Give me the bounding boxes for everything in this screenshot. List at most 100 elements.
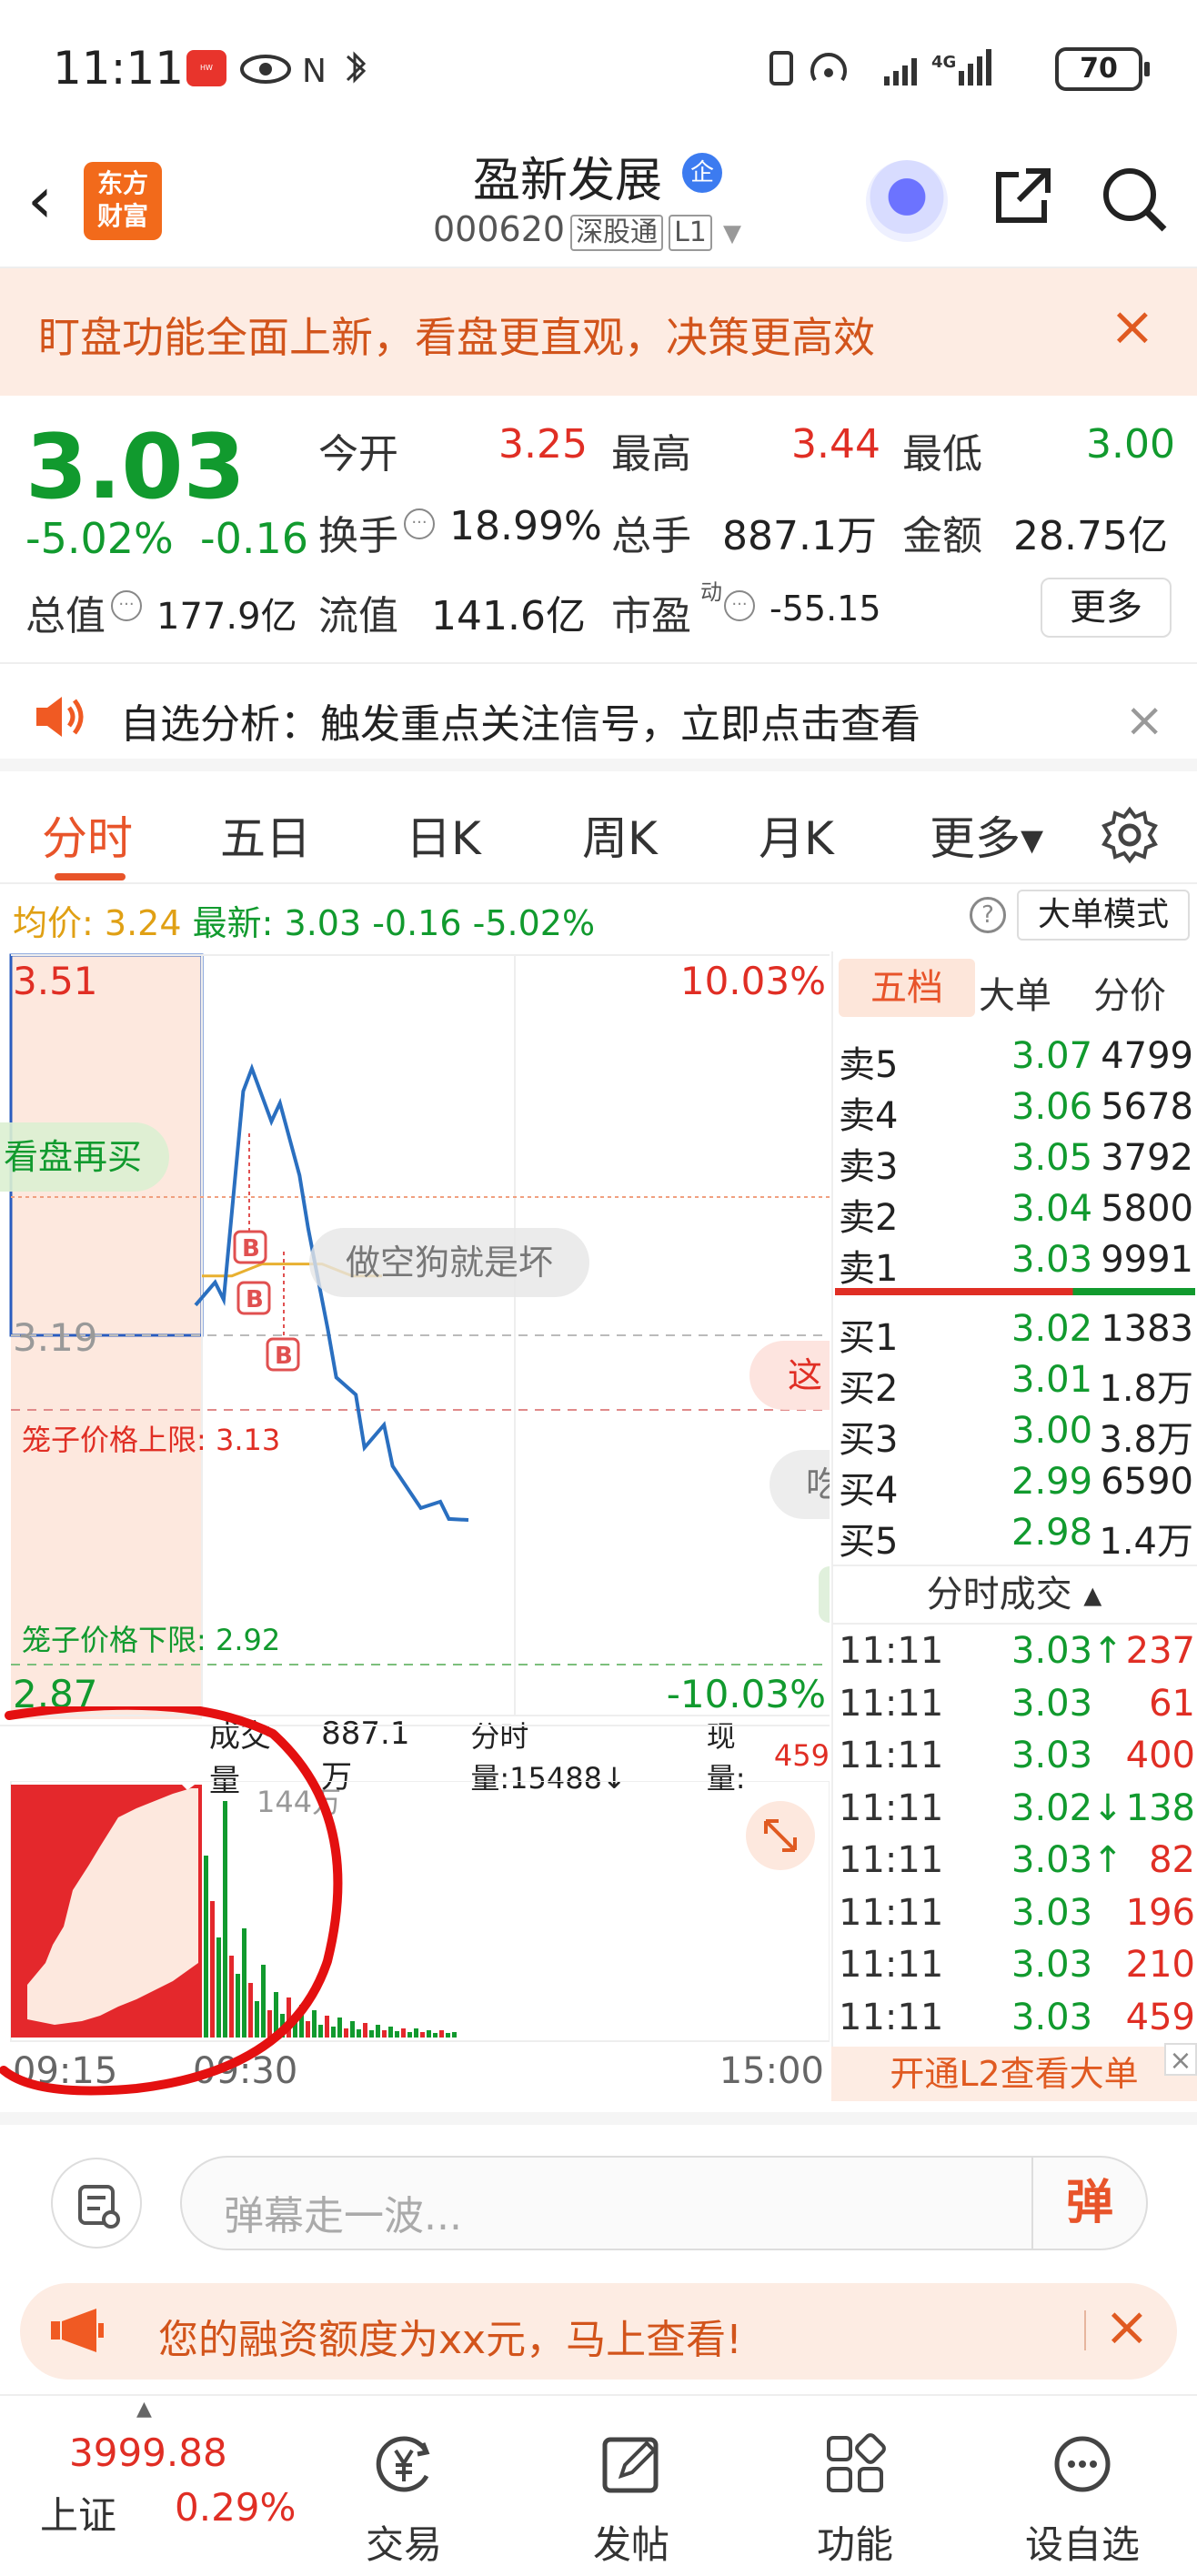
buy-marker-label: B: [275, 1343, 293, 1370]
nav-watchlist[interactable]: 设自选: [991, 2432, 1173, 2570]
buy-level-row[interactable]: 买2 3.01 1.8万: [839, 1359, 1193, 1410]
info-icon[interactable]: ···: [404, 508, 435, 539]
financing-banner[interactable]: 您的融资额度为xx元，马上查看! ×: [20, 2283, 1177, 2380]
back-button[interactable]: ‹: [27, 168, 53, 232]
share-icon[interactable]: [991, 164, 1055, 227]
grid-icon: [827, 2433, 886, 2492]
trade-time: 11:11: [839, 1786, 944, 1829]
feature-banner[interactable]: 盯盘功能全面上新，看盘更直观，决策更高效 ×: [0, 268, 1197, 396]
info-icon[interactable]: ···: [111, 590, 142, 621]
more-dots-icon: [1054, 2436, 1111, 2492]
volume-bar: [376, 2025, 380, 2038]
nav-features[interactable]: 功能: [764, 2432, 946, 2570]
price-chart-svg[interactable]: B B B: [0, 951, 830, 1725]
sell-level-row[interactable]: 卖3 3.05 3792: [839, 1137, 1193, 1188]
gear-icon[interactable]: [1101, 806, 1159, 864]
trade-time: 11:11: [839, 1839, 944, 1881]
red-circle-annotation: [0, 1706, 343, 2096]
level-price: 3.04: [1011, 1188, 1093, 1230]
stock-name[interactable]: 盈新发展: [473, 142, 662, 210]
volume-value: 887.1万: [722, 513, 877, 559]
status-icons-right: 4G: [770, 49, 991, 86]
search-icon[interactable]: [1099, 164, 1168, 233]
more-button[interactable]: 更多: [1041, 578, 1172, 638]
sell-level-row[interactable]: 卖1 3.03 9991: [839, 1239, 1193, 1290]
financing-close-icon[interactable]: ×: [1104, 2299, 1150, 2354]
sell-level-row[interactable]: 卖4 3.06 5678: [839, 1086, 1193, 1137]
comment-bar: 弹幕走一波... 弹: [0, 2112, 1197, 2267]
big-order-mode-button[interactable]: 大单模式: [1017, 890, 1190, 941]
latest-value: 3.03: [284, 903, 362, 943]
trade-row: 11:11 3.03 210: [839, 1944, 1195, 1995]
trade-time: 11:11: [839, 1944, 944, 1986]
level-price: 3.02: [1011, 1308, 1093, 1350]
tab-price-dist[interactable]: 分价: [1093, 966, 1166, 1019]
tab-weekly-k[interactable]: 周K: [582, 802, 658, 868]
analysis-bar[interactable]: 自选分析：触发重点关注信号，立即点击查看 ×: [0, 662, 1197, 771]
l2-upgrade-link[interactable]: 开通L2查看大单: [831, 2047, 1197, 2101]
price-info-line: 均价: 3.24 最新: 3.03 -0.16 -5.02% ? 大单模式: [0, 884, 1197, 950]
tab-monthly-k[interactable]: 月K: [759, 802, 834, 868]
tab-more[interactable]: 更多▾: [930, 802, 1043, 868]
trade-volume: 400: [1125, 1735, 1195, 1776]
trade-time: 11:11: [839, 1630, 944, 1672]
buy-level-row[interactable]: 买5 2.98 1.4万: [839, 1512, 1193, 1563]
assistant-robot-icon[interactable]: [866, 160, 948, 242]
nav-watchlist-label: 设自选: [1024, 2522, 1140, 2567]
tab-five-levels[interactable]: 五档: [839, 959, 975, 1017]
buy-marker-label: B: [246, 1286, 264, 1313]
tab-intraday[interactable]: 分时: [42, 802, 133, 868]
sell-level-row[interactable]: 卖5 3.07 4799: [839, 1035, 1193, 1086]
app-notification-icon: HW: [186, 50, 226, 86]
turnover-value: 18.99%: [449, 503, 602, 549]
level-price: 3.03: [1011, 1239, 1093, 1281]
buy-level-row[interactable]: 买4 2.99 6590: [839, 1461, 1193, 1512]
trade-volume: 237: [1125, 1630, 1195, 1672]
tab-daily-k[interactable]: 日K: [406, 802, 481, 868]
trades-header[interactable]: 分时成交 ▴: [831, 1565, 1197, 1625]
trade-price: 3.03: [1011, 1944, 1093, 1986]
time-close-label: 15:00: [719, 2050, 824, 2092]
trade-time: 11:11: [839, 1682, 944, 1725]
l2-close-icon[interactable]: ×: [1164, 2043, 1197, 2077]
tab-big-order[interactable]: 大单: [979, 966, 1051, 1019]
quote-panel: 3.03 -5.02% -0.16 今开 3.25 最高 3.44 最低 3.0…: [0, 396, 1197, 659]
level-price: 3.07: [1011, 1035, 1093, 1077]
trade-row: 11:11 3.03 61: [839, 1683, 1195, 1734]
index-pct[interactable]: 0.29%: [175, 2485, 296, 2530]
index-name[interactable]: 上证: [40, 2485, 116, 2541]
open-value: 3.25: [498, 421, 588, 468]
level-volume: 1.4万: [1099, 1521, 1193, 1563]
danmu-placeholder: 弹幕走一波...: [224, 2193, 462, 2239]
trade-price: 3.03: [1011, 1682, 1093, 1725]
info-icon[interactable]: ···: [724, 590, 755, 621]
y-bottom-pct-label: -10.03%: [666, 1672, 826, 1716]
nav-trade[interactable]: 交易: [313, 2432, 495, 2570]
send-danmu-button[interactable]: 弹: [1031, 2158, 1146, 2249]
analysis-text: 自选分析：触发重点关注信号，立即点击查看: [120, 701, 920, 748]
buy-level-row[interactable]: 买3 3.00 3.8万: [839, 1410, 1193, 1461]
stock-code-row[interactable]: 000620 深股通 L1 ▼: [433, 209, 741, 251]
tab-five-day[interactable]: 五日: [220, 802, 311, 868]
intraday-chart[interactable]: B B B 3.51 10.03% 3.19 2.87 -10.03% 笼子价格…: [0, 951, 830, 1725]
level-price: 2.99: [1011, 1461, 1093, 1503]
buy-level-row[interactable]: 买1 3.02 1383: [839, 1308, 1193, 1359]
danmu-bubble-edge: [819, 1566, 830, 1623]
level-volume: 3792: [1101, 1137, 1193, 1179]
level-label: 卖4: [839, 1095, 899, 1137]
help-icon[interactable]: ?: [970, 897, 1006, 933]
nav-post[interactable]: 发帖: [540, 2432, 722, 2570]
level-label: 买5: [839, 1521, 899, 1563]
sell-level-row[interactable]: 卖2 3.04 5800: [839, 1188, 1193, 1239]
banner-close-icon[interactable]: ×: [1110, 299, 1155, 354]
volume-bar: [369, 2030, 374, 2038]
volume-label: 总手: [611, 513, 691, 559]
change-abs: -0.16: [199, 514, 309, 563]
price-change: -5.02% -0.16: [25, 514, 308, 563]
enterprise-badge: 企: [682, 153, 722, 193]
analysis-close-icon[interactable]: ×: [1124, 693, 1164, 748]
comment-settings-icon[interactable]: [51, 2158, 142, 2249]
danmu-input[interactable]: 弹幕走一波... 弹: [180, 2156, 1148, 2250]
level-price: 3.00: [1011, 1410, 1093, 1452]
index-value[interactable]: 3999.88: [69, 2430, 227, 2475]
